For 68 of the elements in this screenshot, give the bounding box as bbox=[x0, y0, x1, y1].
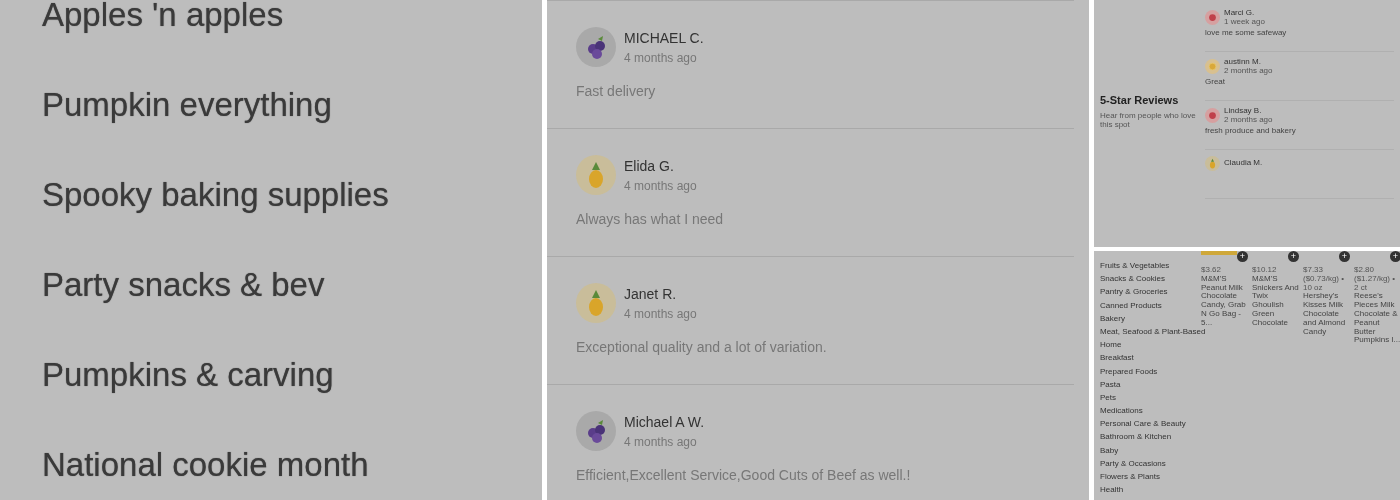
category-link[interactable]: Prepared Foods bbox=[1100, 364, 1201, 378]
review-time: 4 months ago bbox=[624, 305, 697, 323]
collection-link[interactable]: Spooky baking supplies bbox=[0, 150, 542, 240]
add-button[interactable]: + bbox=[1339, 251, 1350, 262]
category-link[interactable]: Baby bbox=[1100, 443, 1201, 457]
category-link[interactable]: Breakfast bbox=[1100, 351, 1201, 365]
review-time: 4 months ago bbox=[624, 433, 698, 451]
review-time: 1 week ago bbox=[1224, 17, 1265, 27]
add-button[interactable]: + bbox=[1237, 251, 1248, 262]
category-link[interactable]: Home bbox=[1100, 338, 1201, 352]
review-text: fresh produce and bakery bbox=[1205, 126, 1297, 136]
pineapple-icon bbox=[576, 283, 616, 323]
category-link[interactable]: Bathroom & Kitchen bbox=[1100, 430, 1201, 444]
category-link[interactable]: Flowers & Plants bbox=[1100, 470, 1201, 484]
review-time: 4 months ago bbox=[624, 49, 698, 67]
product-name: Hershey's Kisses Milk Chocolate and Almond Candy bbox=[1303, 292, 1347, 337]
category-link[interactable]: Personal Care & Beauty bbox=[1100, 417, 1201, 431]
section-title: 5-Star Reviews bbox=[1100, 93, 1180, 108]
category-link[interactable]: Bakery bbox=[1100, 311, 1201, 325]
review-text: Exceptional quality and a lot of variation. bbox=[576, 338, 828, 357]
category-link[interactable]: Snacks & Cookies bbox=[1100, 272, 1201, 286]
blueberry-icon bbox=[576, 411, 616, 451]
product-image bbox=[1201, 251, 1237, 255]
category-link[interactable]: Pets bbox=[1100, 390, 1201, 405]
review-text: Fast delivery bbox=[576, 82, 657, 101]
product-price: $7.33 ($0.73/kg) • 10 oz bbox=[1303, 266, 1346, 293]
pineapple-icon bbox=[1205, 156, 1220, 171]
reviewer-name: MICHAEL C. bbox=[624, 28, 704, 48]
product-price: $10.12 bbox=[1252, 266, 1278, 275]
collection-link[interactable]: National cookie month bbox=[0, 420, 542, 500]
product-price: $2.80 ($1.27/kg) • 2 ct bbox=[1354, 266, 1397, 293]
reviewer-name: Janet R. bbox=[624, 284, 678, 304]
reviewer-name: austinn M. bbox=[1224, 58, 1262, 67]
collection-link[interactable]: Pumpkins & carving bbox=[0, 330, 542, 420]
collection-link[interactable]: Party snacks & bev bbox=[0, 240, 542, 330]
reviewer-name: Elida G. bbox=[624, 156, 675, 176]
collection-link[interactable]: Pumpkin everything bbox=[0, 60, 542, 150]
add-button[interactable]: + bbox=[1288, 251, 1299, 262]
review-time: 2 months ago bbox=[1224, 66, 1273, 76]
category-link[interactable]: Pantry & Groceries bbox=[1100, 285, 1201, 299]
category-link[interactable]: Health bbox=[1100, 483, 1201, 497]
pineapple-icon bbox=[576, 155, 616, 195]
review-time: 2 months ago bbox=[1224, 115, 1273, 125]
collection-link[interactable]: Apples 'n apples bbox=[0, 0, 542, 60]
product-name: M&M'S Snickers And Twix Ghoulish Green Chocolate bbox=[1252, 274, 1299, 328]
blueberry-icon bbox=[576, 27, 616, 67]
category-link[interactable]: Canned Products bbox=[1100, 298, 1201, 312]
reviewer-name: Lindsay B. bbox=[1224, 107, 1263, 115]
review-text: Efficient,Excellent Service,Good Cuts of Beef as well.! bbox=[576, 466, 912, 485]
review-text: Always has what I need bbox=[576, 210, 725, 229]
review-text: Great bbox=[1205, 77, 1226, 87]
citrus-icon bbox=[1205, 59, 1220, 75]
reviewer-name: Michael A W. bbox=[624, 412, 705, 432]
product-name: Reese's Pieces Milk Chocolate & Peanut Butter Pumpkins I... bbox=[1354, 292, 1400, 346]
tomato-icon bbox=[1205, 10, 1220, 26]
product-name: M&M'S Peanut Milk Chocolate Candy, Grab N Go Bag - 5... bbox=[1201, 274, 1247, 328]
category-link[interactable]: Medications bbox=[1100, 404, 1201, 418]
category-link[interactable]: Pasta bbox=[1100, 377, 1201, 391]
reviewer-name: Marci G. bbox=[1224, 9, 1256, 18]
reviewer-name: Claudia M. bbox=[1224, 159, 1263, 168]
review-time: 4 months ago bbox=[624, 177, 697, 195]
add-button[interactable]: + bbox=[1390, 251, 1400, 262]
tomato-icon bbox=[1205, 108, 1220, 124]
category-link[interactable]: Fruits & Vegetables bbox=[1100, 259, 1201, 273]
review-text: love me some safeway bbox=[1205, 28, 1288, 38]
category-link[interactable]: Party & Occasions bbox=[1100, 456, 1201, 470]
section-subtitle: Hear from people who love this spot bbox=[1100, 110, 1197, 129]
product-price: $3.62 bbox=[1201, 266, 1223, 275]
